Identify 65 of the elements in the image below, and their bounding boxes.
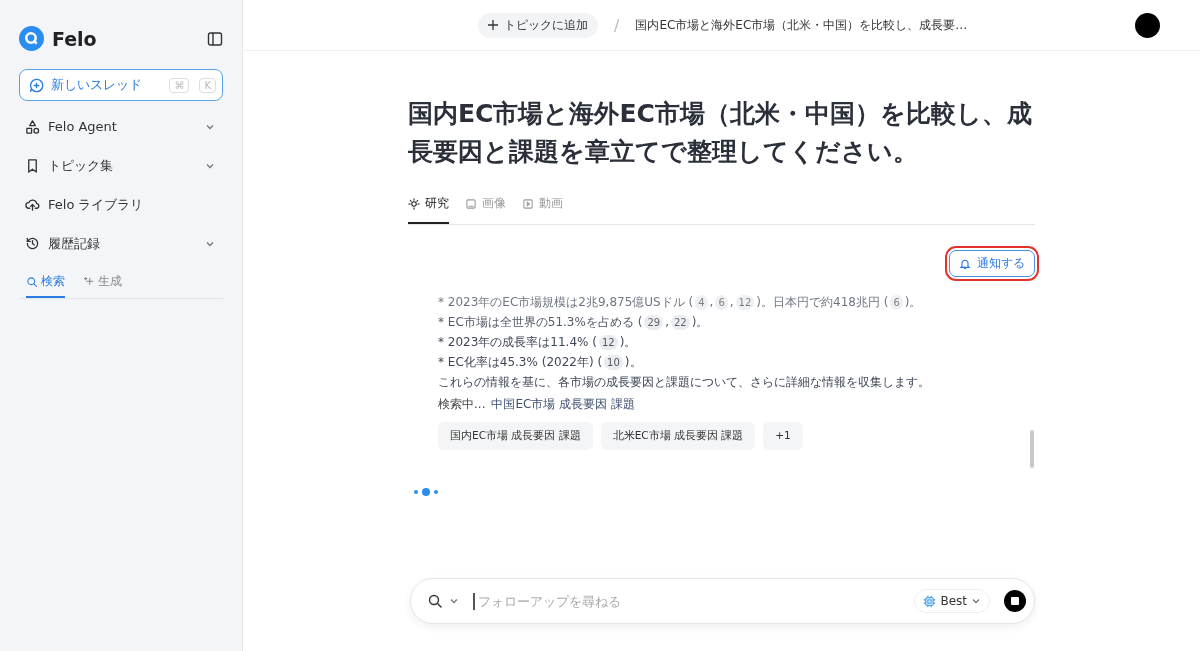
play-icon	[522, 197, 534, 210]
progress-text: * EC化率は45.3% (2022年) (	[438, 355, 603, 369]
query-chip[interactable]: 国内EC市場 成長要因 課題	[438, 422, 593, 450]
stop-button[interactable]	[1004, 590, 1026, 612]
sidebar-toggle-icon[interactable]	[207, 30, 223, 47]
progress-text: ,	[729, 295, 734, 309]
progress-text: )。	[624, 355, 642, 369]
sidebar-item[interactable]: 履歴記録	[19, 224, 223, 263]
progress-text: ,	[665, 315, 669, 329]
logo-icon	[19, 26, 44, 51]
progress-text: )。	[904, 295, 922, 309]
thread-title: 国内EC市場と海外EC市場（北米・中国）を比較し、成長要…	[635, 16, 969, 34]
shortcut-key: K	[199, 77, 216, 93]
progress-text: )。	[691, 315, 709, 329]
chat-plus-icon	[29, 77, 44, 93]
progress-text: )。	[619, 335, 637, 349]
progress-text: )。日本円で約418兆円 (	[756, 295, 889, 309]
lightbulb-icon	[408, 197, 420, 210]
progress-text: * 2023年の成長率は11.4% (	[438, 335, 597, 349]
question-heading: 国内EC市場と海外EC市場（北米・中国）を比較し、成長要因と課題を章立てで整理してください。	[408, 98, 1033, 168]
sparkle-icon	[83, 275, 95, 288]
breadcrumb-separator: /	[614, 15, 620, 35]
sidebar-item[interactable]: トピック集	[19, 146, 223, 185]
citation-badge[interactable]: 12	[599, 335, 618, 350]
add-topic-button[interactable]: トピックに追加	[478, 12, 598, 38]
history-tab[interactable]: 生成	[83, 267, 122, 298]
shapes-icon	[25, 119, 40, 134]
query-chip[interactable]: +1	[763, 422, 803, 450]
citation-badge[interactable]: 10	[604, 355, 623, 370]
progress-text: * 2023年のEC市場規模は2兆9,875億USドル (	[438, 295, 694, 309]
bookmark-icon	[25, 158, 40, 173]
plus-icon	[488, 20, 498, 30]
bell-icon	[959, 257, 971, 270]
shortcut-key: ⌘	[169, 77, 190, 93]
scrollbar[interactable]	[1030, 430, 1034, 468]
sidebar-item[interactable]: Felo Agent	[19, 107, 223, 146]
stop-icon	[1011, 597, 1019, 605]
search-query: 中国EC市場 成長要因 課題	[491, 396, 636, 413]
query-chip[interactable]: 北米EC市場 成長要因 課題	[600, 422, 756, 450]
cloud-upload-icon	[25, 197, 40, 212]
history-tab[interactable]: 検索	[26, 267, 65, 298]
result-tab[interactable]: 研究	[408, 195, 449, 224]
citation-badge[interactable]: 6	[890, 295, 903, 310]
search-icon	[26, 275, 38, 288]
chevron-down-icon	[449, 596, 459, 606]
citation-badge[interactable]: 22	[670, 315, 690, 330]
citation-badge[interactable]: 6	[715, 295, 728, 310]
sidebar-item[interactable]: Felo ライブラリ	[19, 185, 223, 224]
progress-text: * EC市場は全世界の51.3%を占める (	[438, 315, 643, 329]
chip-icon	[923, 594, 937, 608]
citation-badge[interactable]: 4	[695, 295, 708, 310]
new-thread-button[interactable]: 新しいスレッド ⌘ K	[19, 69, 223, 101]
loading-dots-icon	[414, 488, 438, 496]
searching-label: 検索中...	[438, 396, 486, 413]
progress-text: ,	[709, 295, 714, 309]
chevron-down-icon	[971, 596, 981, 606]
citation-badge[interactable]: 29	[644, 315, 664, 330]
follow-up-field[interactable]: フォローアップを尋ねる Best	[410, 578, 1035, 624]
citation-badge[interactable]: 12	[735, 295, 755, 310]
image-icon	[465, 197, 477, 210]
avatar[interactable]	[1135, 12, 1160, 38]
history-icon	[25, 236, 40, 251]
progress-text: これらの情報を基に、各市場の成長要因と課題について、さらに詳細な情報を収集します。	[438, 375, 930, 389]
search-icon	[427, 593, 443, 609]
brand-name: Felo	[52, 27, 98, 50]
